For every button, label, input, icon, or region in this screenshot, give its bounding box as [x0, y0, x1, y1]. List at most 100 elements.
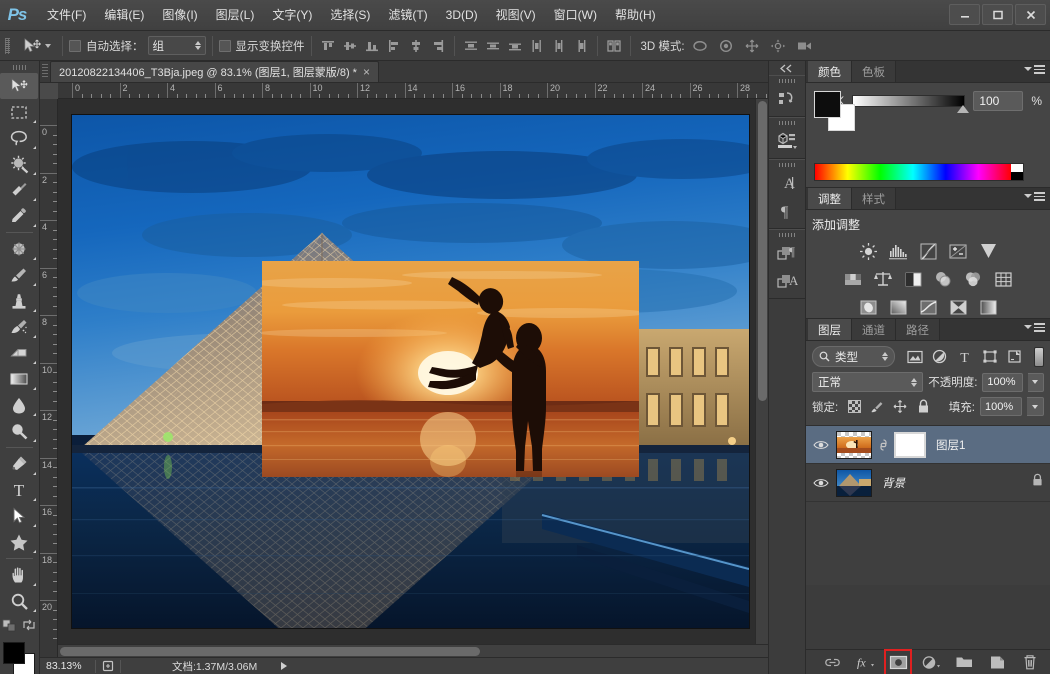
layer-visibility-toggle[interactable]: [812, 436, 830, 454]
horizontal-ruler[interactable]: 0 2 4 6 8 10 12 14 16 18 20 22 24 26 28: [40, 83, 768, 99]
menu-select[interactable]: 选择(S): [321, 4, 379, 26]
history-actions-icon[interactable]: [769, 85, 805, 113]
zoom-level-field[interactable]: 83.13%: [44, 659, 92, 674]
auto-align-layers-button[interactable]: [604, 36, 624, 56]
lock-transparent-pixels-icon[interactable]: [847, 399, 861, 414]
rail-group-grip[interactable]: [769, 76, 805, 85]
distribute-bottom-edges-button[interactable]: [505, 36, 525, 56]
tab-channels[interactable]: 通道: [852, 319, 896, 340]
new-layer-button[interactable]: [987, 653, 1007, 672]
status-menu-arrow-icon[interactable]: [281, 662, 288, 670]
dodge-tool[interactable]: [0, 418, 38, 444]
layer-mask-thumbnail[interactable]: [894, 431, 926, 458]
menu-type[interactable]: 文字(Y): [263, 4, 321, 26]
add-layer-mask-button[interactable]: [884, 648, 912, 674]
align-right-edges-button[interactable]: [428, 36, 448, 56]
k-channel-slider-thumb[interactable]: [957, 105, 970, 113]
menu-file[interactable]: 文件(F): [38, 4, 95, 26]
new-group-button[interactable]: [954, 653, 974, 672]
tab-adjustments[interactable]: 调整: [808, 188, 852, 209]
layer-visibility-toggle[interactable]: [812, 474, 830, 492]
clone-stamp-tool[interactable]: [0, 288, 38, 314]
photo-filter-icon[interactable]: [930, 267, 956, 291]
color-balance-icon[interactable]: [870, 267, 896, 291]
rail-group-grip[interactable]: [769, 160, 805, 169]
hue-saturation-icon[interactable]: [840, 267, 866, 291]
close-button[interactable]: [1015, 4, 1046, 25]
adjustments-panel-menu-button[interactable]: [1024, 192, 1045, 201]
eyedropper-tool[interactable]: [0, 203, 38, 229]
k-channel-value-field[interactable]: 100: [973, 91, 1024, 111]
current-tool-preset[interactable]: [15, 33, 56, 59]
quick-selection-tool[interactable]: [0, 151, 38, 177]
layer-name[interactable]: 图层1: [936, 437, 965, 453]
filter-pixel-layers-icon[interactable]: [906, 348, 923, 366]
channel-mixer-icon[interactable]: [960, 267, 986, 291]
menu-image[interactable]: 图像(I): [153, 4, 206, 26]
spot-healing-brush-tool[interactable]: [0, 236, 38, 262]
gradient-tool[interactable]: [0, 366, 38, 392]
menu-layer[interactable]: 图层(L): [207, 4, 264, 26]
scale-3d-object-button[interactable]: [793, 36, 815, 56]
distribute-left-edges-button[interactable]: [527, 36, 547, 56]
opacity-value-field[interactable]: 100%: [982, 372, 1023, 392]
horizontal-type-tool[interactable]: T: [0, 477, 38, 503]
layer-row-1[interactable]: 图层1: [806, 426, 1050, 464]
levels-icon[interactable]: [885, 239, 911, 263]
lock-all-icon[interactable]: [916, 399, 930, 414]
auto-select-checkbox[interactable]: [69, 39, 81, 52]
pan-3d-object-button[interactable]: [741, 36, 763, 56]
lock-position-icon[interactable]: [893, 399, 907, 414]
color-lookup-icon[interactable]: [990, 267, 1016, 291]
layer-thumbnail[interactable]: [836, 430, 872, 459]
minimize-button[interactable]: [949, 4, 980, 25]
show-transform-controls-checkbox[interactable]: [218, 39, 231, 52]
rotate-3d-object-button[interactable]: [689, 36, 711, 56]
tab-paths[interactable]: 路径: [896, 319, 940, 340]
tab-color[interactable]: 颜色: [808, 61, 852, 82]
menu-3d[interactable]: 3D(D): [437, 4, 487, 26]
rail-group-grip[interactable]: [769, 230, 805, 239]
rectangular-marquee-tool[interactable]: [0, 99, 38, 125]
filter-type-layers-icon[interactable]: T: [956, 348, 973, 366]
overlay-layer-image[interactable]: [262, 261, 639, 477]
tab-bar-grip[interactable]: [40, 60, 50, 82]
toolbar-grip[interactable]: [0, 61, 39, 73]
canvas-horizontal-scrollbar[interactable]: [58, 644, 768, 657]
link-layers-button[interactable]: [822, 653, 842, 672]
curves-icon[interactable]: [915, 239, 941, 263]
horizontal-scroll-thumb[interactable]: [60, 647, 480, 656]
k-channel-slider[interactable]: [852, 95, 970, 113]
opacity-dropdown-arrow[interactable]: [1027, 372, 1045, 392]
brush-tool[interactable]: [0, 262, 38, 288]
document-canvas[interactable]: [72, 115, 749, 628]
selective-color-icon[interactable]: [945, 295, 971, 319]
layer-thumbnail[interactable]: [836, 468, 872, 497]
filter-shape-layers-icon[interactable]: [981, 348, 998, 366]
character-panel-icon[interactable]: A: [769, 169, 805, 197]
align-horizontal-centers-button[interactable]: [406, 36, 426, 56]
roll-3d-object-button[interactable]: [715, 36, 737, 56]
move-tool[interactable]: [0, 73, 38, 99]
filter-smart-objects-icon[interactable]: [1006, 348, 1023, 366]
brightness-contrast-icon[interactable]: [855, 239, 881, 263]
document-tab[interactable]: 20120822134406_T3Bja.jpeg @ 83.1% (图层1, …: [50, 61, 379, 82]
eraser-tool[interactable]: [0, 340, 38, 366]
expand-panels-button[interactable]: [769, 61, 805, 75]
paragraph-panel-icon[interactable]: ¶: [769, 197, 805, 225]
gradient-map-icon[interactable]: [975, 295, 1001, 319]
foreground-background-color-picker[interactable]: [0, 640, 38, 674]
layer-filter-dropdown[interactable]: 类型: [812, 346, 896, 367]
blend-mode-dropdown[interactable]: 正常: [812, 372, 924, 392]
tab-styles[interactable]: 样式: [852, 188, 896, 209]
invert-icon[interactable]: [855, 295, 881, 319]
crop-tool[interactable]: [0, 177, 38, 203]
3d-panel-icon[interactable]: [769, 127, 805, 155]
paragraph-styles-icon[interactable]: ¶: [769, 239, 805, 267]
align-bottom-edges-button[interactable]: [362, 36, 382, 56]
fill-dropdown-arrow[interactable]: [1027, 397, 1044, 416]
exposure-icon[interactable]: [945, 239, 971, 263]
layer-name[interactable]: 背景: [882, 475, 905, 491]
close-tab-icon[interactable]: ×: [363, 66, 370, 78]
align-vertical-centers-button[interactable]: [340, 36, 360, 56]
